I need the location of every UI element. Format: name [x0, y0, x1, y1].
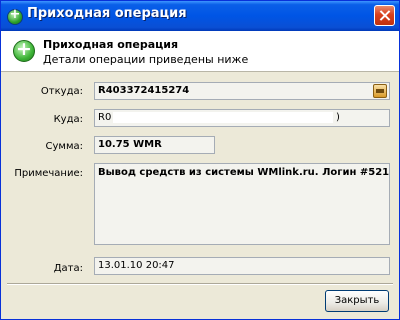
add-circle-icon [7, 7, 23, 25]
window-close-button[interactable] [374, 5, 395, 26]
footer-divider [7, 283, 393, 285]
amount-field[interactable]: 10.75 WMR [94, 136, 215, 154]
to-label: Куда: [53, 114, 83, 125]
dialog-header: Приходная операция Детали операции приве… [1, 31, 399, 72]
close-button[interactable]: Закрыть [325, 290, 389, 312]
to-value-start: R0 [98, 112, 112, 123]
from-value: R403372415274 [98, 85, 190, 96]
redacted-area [113, 112, 333, 123]
date-value: 13.01.10 20:47 [98, 260, 175, 271]
header-subtitle: Детали операции приведены ниже [43, 53, 249, 66]
from-label: Откуда: [40, 86, 83, 97]
amount-value: 10.75 WMR [98, 139, 162, 150]
window-title: Приходная операция [27, 6, 187, 21]
add-circle-icon [13, 38, 35, 62]
wallet-icon[interactable] [373, 84, 387, 98]
to-field[interactable]: R0 ) [94, 109, 390, 127]
dialog-body: Откуда: R403372415274 Куда: R0 ) Сумма: … [1, 72, 399, 281]
dialog-window: Приходная операция Приходная операция Де… [0, 0, 400, 320]
note-value: Вывод средств из системы WMlink.ru. Логи… [98, 167, 390, 178]
date-field[interactable]: 13.01.10 20:47 [94, 257, 390, 275]
to-value-end: ) [336, 112, 340, 123]
from-field[interactable]: R403372415274 [94, 82, 390, 100]
note-field[interactable]: Вывод средств из системы WMlink.ru. Логи… [94, 163, 390, 245]
amount-label: Сумма: [45, 141, 84, 152]
title-bar[interactable]: Приходная операция [1, 1, 399, 31]
note-label: Примечание: [14, 168, 83, 179]
header-title: Приходная операция [43, 38, 179, 51]
date-label: Дата: [53, 263, 83, 274]
